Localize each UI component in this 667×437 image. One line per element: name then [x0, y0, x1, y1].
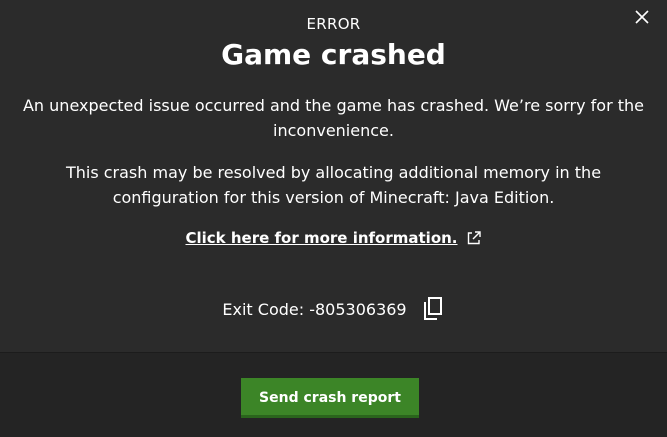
crash-dialog: ERROR Game crashed An unexpected issue o…: [0, 0, 667, 437]
dialog-eyebrow: ERROR: [306, 15, 361, 33]
copy-exit-code-button[interactable]: [421, 296, 445, 322]
external-link-icon: [467, 231, 481, 245]
dialog-title: Game crashed: [221, 38, 446, 71]
copy-icon: [423, 297, 442, 320]
crash-message: An unexpected issue occurred and the gam…: [22, 96, 645, 140]
dialog-footer: Send crash report: [0, 352, 667, 437]
dialog-content: ERROR Game crashed An unexpected issue o…: [0, 0, 667, 352]
memory-hint-message: This crash may be resolved by allocating…: [65, 163, 602, 207]
send-crash-report-button[interactable]: Send crash report: [241, 378, 419, 418]
more-info-link[interactable]: Click here for more information.: [0, 229, 667, 247]
exit-code-label: Exit Code: -805306369: [222, 299, 407, 319]
exit-code-row: Exit Code: -805306369: [0, 296, 667, 322]
more-info-link-text[interactable]: Click here for more information.: [186, 229, 458, 247]
